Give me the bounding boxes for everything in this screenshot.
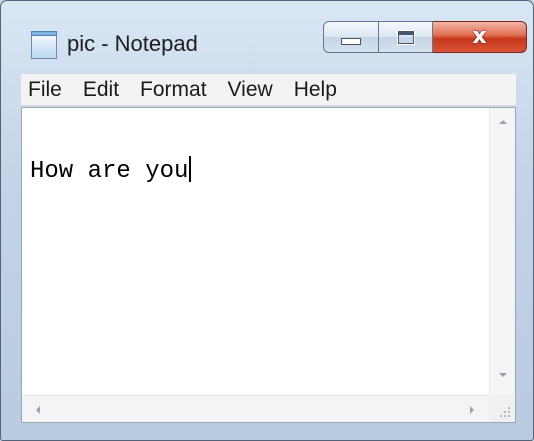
vertical-scrollbar[interactable] — [489, 108, 515, 395]
menu-edit[interactable]: Edit — [83, 78, 128, 102]
scroll-down-arrow-icon[interactable] — [499, 373, 507, 377]
menu-format[interactable]: Format — [140, 78, 216, 102]
horizontal-scrollbar[interactable] — [22, 395, 490, 422]
text-caret — [189, 156, 192, 182]
scroll-up-arrow-icon[interactable] — [499, 120, 507, 124]
minimize-button[interactable] — [323, 21, 379, 53]
notepad-app-icon[interactable] — [31, 31, 57, 59]
title-bar[interactable]: pic - Notepad x — [1, 1, 533, 73]
caption-buttons: x — [323, 21, 527, 53]
scroll-right-arrow-icon[interactable] — [470, 406, 474, 414]
menu-file[interactable]: File — [28, 78, 71, 102]
menu-help[interactable]: Help — [294, 78, 346, 102]
window-title: pic - Notepad — [67, 31, 198, 56]
editor-pane: How are you — [21, 107, 516, 423]
scroll-left-arrow-icon[interactable] — [36, 406, 40, 414]
grip-dot — [508, 411, 510, 413]
menu-bar: File Edit Format View Help — [21, 74, 516, 106]
menu-view[interactable]: View — [228, 78, 282, 102]
editor-text: How are you — [30, 158, 189, 185]
grip-dot — [504, 411, 506, 413]
grip-dot — [500, 415, 502, 417]
grip-dot — [508, 415, 510, 417]
close-icon: x — [472, 24, 487, 49]
maximize-icon — [396, 29, 415, 45]
notepad-window: pic - Notepad x File Edit Format View He… — [0, 0, 534, 441]
minimize-icon — [341, 37, 361, 45]
grip-dot — [508, 407, 510, 409]
resize-grip-icon[interactable] — [489, 395, 515, 422]
text-editor-area[interactable]: How are you — [22, 108, 490, 395]
grip-dot — [504, 415, 506, 417]
close-button[interactable]: x — [433, 21, 527, 53]
maximize-button[interactable] — [379, 21, 433, 53]
